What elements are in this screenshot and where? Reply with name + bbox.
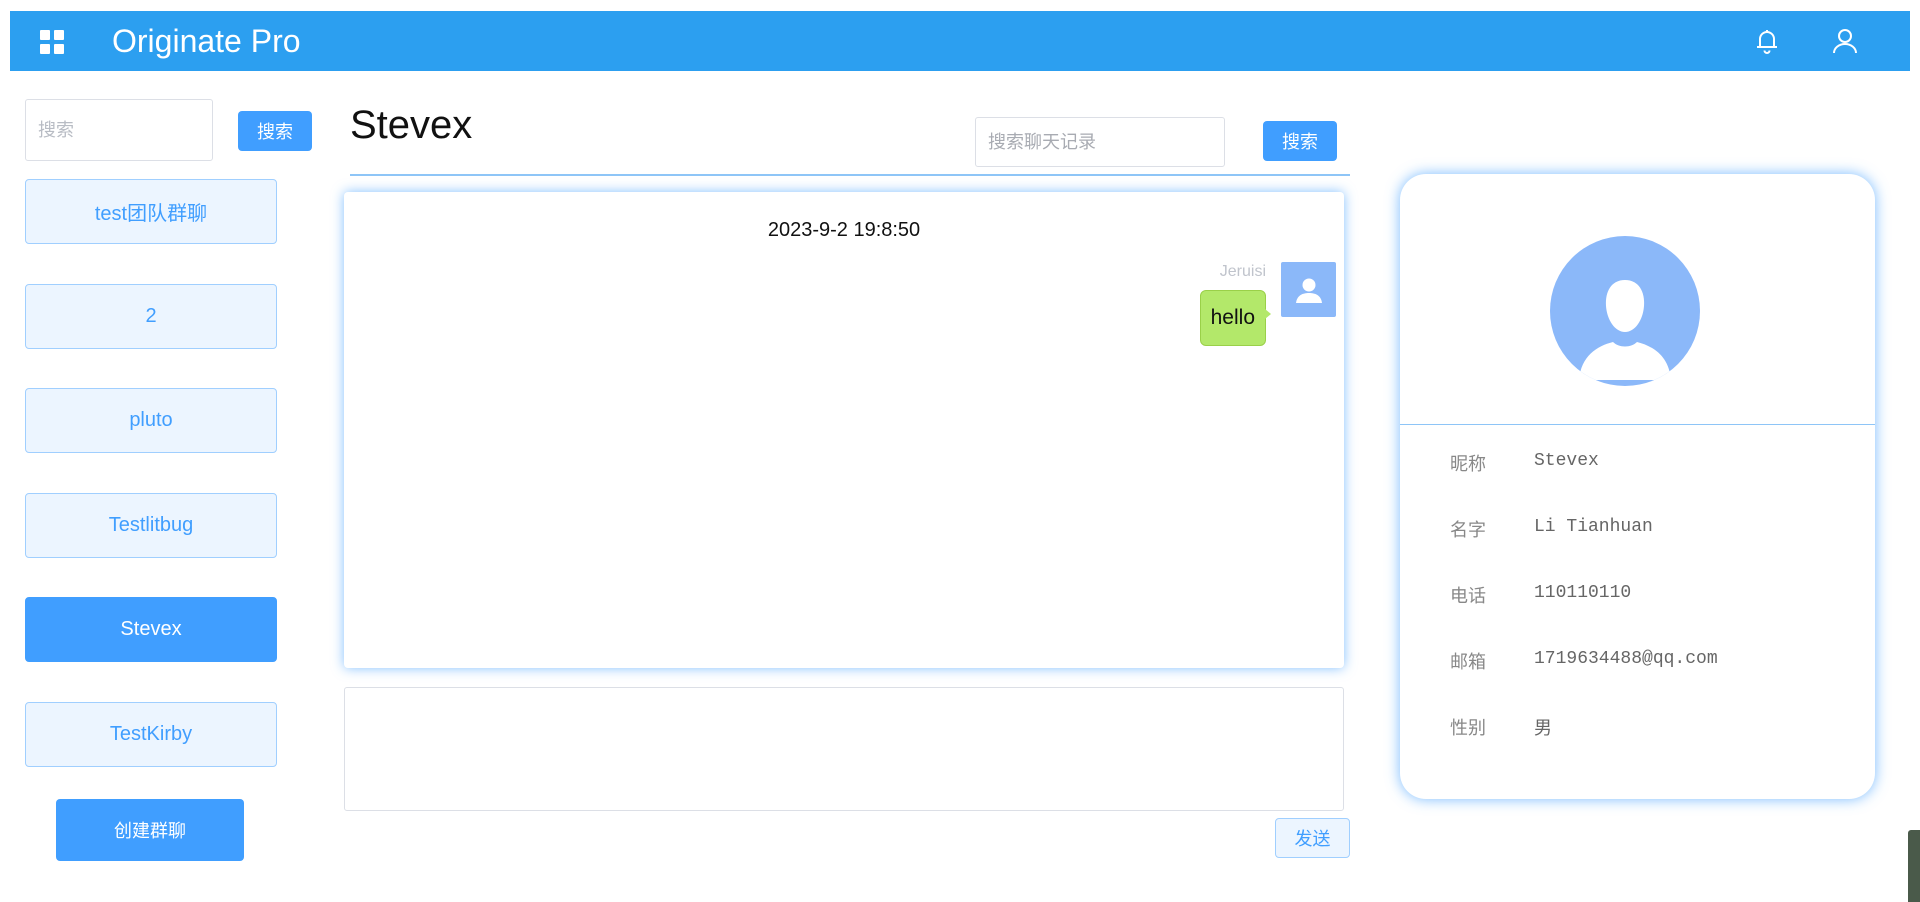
profile-divider	[1400, 424, 1875, 425]
app-title: Originate Pro	[112, 23, 301, 59]
contact-item-active[interactable]: Stevex	[25, 597, 277, 662]
chat-history-search-input[interactable]	[975, 117, 1225, 167]
gender-value: 男	[1534, 718, 1552, 739]
email-value: 1719634488@qq.com	[1534, 649, 1718, 669]
contact-item[interactable]: Testlitbug	[25, 493, 277, 558]
contact-item[interactable]: TestKirby	[25, 702, 277, 767]
profile-card: 昵称 Stevex 名字 Li Tianhuan 电话 110110110 邮箱…	[1400, 174, 1875, 799]
contact-item[interactable]: 2	[25, 284, 277, 349]
name-label: 名字	[1450, 520, 1486, 541]
chat-title: Stevex	[350, 103, 473, 147]
contact-search-button[interactable]: 搜索	[238, 111, 312, 151]
message-sender-name: Jeruisi	[1219, 263, 1266, 280]
phone-value: 110110110	[1534, 583, 1632, 603]
nickname-label: 昵称	[1450, 454, 1486, 475]
chat-header-divider	[350, 174, 1350, 176]
user-silhouette-icon	[1281, 262, 1336, 317]
message-composer[interactable]	[344, 687, 1344, 811]
user-silhouette-icon	[1550, 236, 1700, 386]
send-button[interactable]: 发送	[1275, 818, 1350, 858]
chat-app: Originate Pro 搜索 test团队群聊 2 pluto Testli…	[0, 0, 1920, 902]
message-list[interactable]: 2023-9-2 19:8:50 Jeruisi hello	[344, 192, 1344, 668]
user-icon[interactable]	[1830, 26, 1860, 56]
contact-search-input[interactable]	[25, 99, 213, 161]
grid-icon[interactable]	[40, 30, 64, 54]
name-value: Li Tianhuan	[1534, 517, 1653, 537]
chat-history-search-button[interactable]: 搜索	[1263, 121, 1337, 161]
top-bar: Originate Pro	[10, 11, 1910, 71]
create-group-button[interactable]: 创建群聊	[56, 799, 244, 861]
phone-label: 电话	[1450, 586, 1486, 607]
contact-item[interactable]: pluto	[25, 388, 277, 453]
email-label: 邮箱	[1450, 652, 1486, 673]
bell-icon[interactable]	[1752, 26, 1782, 56]
scroll-indicator	[1908, 830, 1920, 902]
nickname-value: Stevex	[1534, 451, 1599, 471]
message-timestamp: 2023-9-2 19:8:50	[767, 219, 921, 241]
message-bubble: hello	[1199, 290, 1272, 346]
gender-label: 性别	[1450, 718, 1486, 739]
contact-item[interactable]: test团队群聊	[25, 179, 277, 244]
